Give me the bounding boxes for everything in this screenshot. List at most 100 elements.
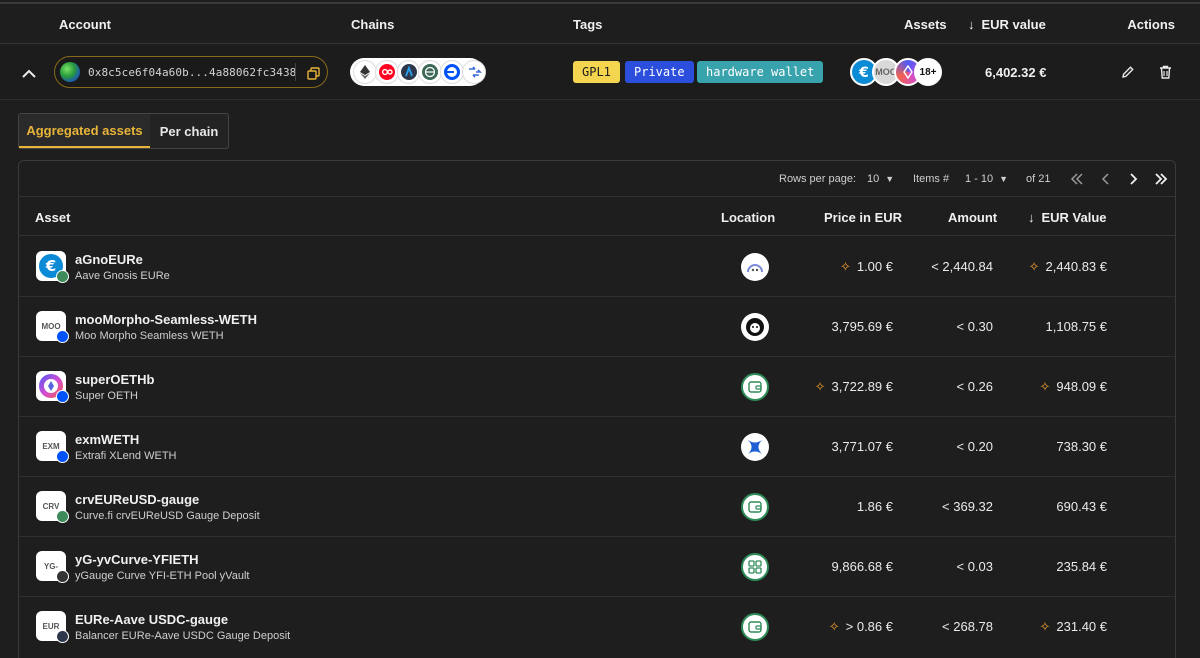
sparkle-icon: ✧: [839, 259, 851, 274]
svg-text:€: €: [45, 257, 56, 275]
account-address: 0x8c5ce6f04a60b...4a88062fc3438: [88, 66, 297, 79]
header-assets: Assets: [904, 17, 947, 32]
last-page-button[interactable]: [1152, 170, 1170, 188]
tag-hardware-wallet[interactable]: hardware wallet: [697, 61, 824, 83]
asset-price: ✧ > 0.86 €: [828, 619, 893, 634]
header-tags: Tags: [573, 17, 603, 32]
sort-desc-icon: ↓: [968, 17, 975, 32]
chevron-down-icon: ▼: [999, 174, 1009, 184]
gnosis-icon: [418, 60, 443, 84]
double-chevron-right-icon: [1155, 173, 1168, 185]
assets-table-header: Asset Location Price in EUR Amount ↓ EUR …: [19, 198, 1175, 236]
copy-button[interactable]: [303, 63, 323, 83]
items-label: Items #: [913, 173, 950, 185]
asset-eur-value: 738.30 €: [1056, 439, 1107, 454]
table-row[interactable]: EUR EURe-Aave USDC-gauge Balancer EURe-A…: [19, 597, 1175, 657]
base-chain-badge-icon: [56, 330, 69, 343]
tab-per-chain[interactable]: Per chain: [150, 114, 228, 148]
delete-button[interactable]: [1156, 63, 1174, 81]
arbitrum-chain-badge-icon: [56, 630, 69, 643]
asset-symbol: mooMorpho-Seamless-WETH: [75, 312, 258, 327]
table-row[interactable]: EXM exmWETH Extrafi XLend WETH 3,771.07 …: [19, 417, 1175, 477]
account-address-chip[interactable]: 0x8c5ce6f04a60b...4a88062fc3438: [54, 56, 328, 88]
table-row[interactable]: CRV crvEUReUSD-gauge Curve.fi crvEUReUSD…: [19, 477, 1175, 537]
asset-amount: < 2,440.84: [931, 259, 993, 274]
account-chains[interactable]: [350, 58, 486, 86]
next-page-button[interactable]: [1124, 170, 1142, 188]
wallet-icon[interactable]: [741, 493, 769, 521]
asset-eur-value: ✧ 948.09 €: [1039, 379, 1107, 394]
account-avatar: [60, 62, 80, 82]
chevron-left-icon: [1101, 173, 1109, 185]
trash-icon: [1159, 65, 1171, 79]
tab-aggregated-assets[interactable]: Aggregated assets: [19, 114, 150, 148]
asset-name: Balancer EURe-Aave USDC Gauge Deposit: [75, 630, 291, 642]
asset-name: Extrafi XLend WETH: [75, 450, 177, 462]
ethereum-icon: [353, 60, 377, 84]
gnosis-chain-badge-icon: [56, 510, 69, 523]
chevron-right-icon: [1130, 173, 1138, 185]
sparkle-icon: ✧: [828, 619, 840, 634]
asset-symbol: EURe-Aave USDC-gauge: [75, 612, 229, 627]
first-page-button[interactable]: [1068, 170, 1086, 188]
sparkle-icon: ✧: [1039, 379, 1051, 394]
asset-symbol: superOETHb: [75, 372, 155, 387]
header-amount[interactable]: Amount: [948, 210, 997, 225]
rows-per-page-label: Rows per page:: [779, 173, 857, 185]
wallet-icon[interactable]: [741, 613, 769, 641]
base-icon: [440, 60, 465, 84]
asset-name: Super OETH: [75, 390, 138, 402]
table-row[interactable]: YG- yG-yvCurve-YFIETH yGauge Curve YFI-E…: [19, 537, 1175, 597]
items-range-select[interactable]: 1 - 10 ▼: [965, 173, 1008, 185]
apps-icon[interactable]: [741, 553, 769, 581]
arbitrum-icon: [396, 60, 421, 84]
table-row[interactable]: MOO mooMorpho-Seamless-WETH Moo Morpho S…: [19, 297, 1175, 357]
tag-private[interactable]: Private: [625, 61, 694, 83]
sort-desc-icon: ↓: [1028, 210, 1035, 225]
beefy-icon[interactable]: [741, 313, 769, 341]
sparkle-icon: ✧: [814, 379, 826, 394]
bridge-icon: [462, 60, 486, 84]
svg-text:€: €: [858, 65, 869, 81]
asset-eur-value: 1,108.75 €: [1045, 319, 1107, 334]
chevron-up-icon: [22, 69, 36, 78]
header-account[interactable]: Account: [59, 17, 111, 32]
header-eur-value-sort[interactable]: ↓ EUR Value: [1028, 210, 1107, 225]
ethereum-chain-badge-icon: [56, 570, 69, 583]
table-row[interactable]: superOETHb Super OETH ✧ 3,722.89 € < 0.26…: [19, 357, 1175, 417]
asset-amount: < 0.20: [956, 439, 993, 454]
header-chains: Chains: [351, 17, 395, 32]
sparkle-icon: ✧: [1039, 619, 1051, 634]
table-row[interactable]: € aGnoEURe Aave Gnosis EURe ✧ 1.00 € < 2,…: [19, 237, 1175, 297]
asset-name: yGauge Curve YFI-ETH Pool yVault: [75, 570, 250, 582]
header-location: Location: [721, 210, 776, 225]
pagination-bar: Rows per page: 10 ▼ Items # 1 - 10 ▼ of 21: [19, 161, 1175, 197]
copy-icon: [306, 66, 320, 80]
account-eur-value: 6,402.32 €: [985, 65, 1047, 80]
header-asset[interactable]: Asset: [35, 210, 70, 225]
asset-symbol: exmWETH: [75, 432, 140, 447]
previous-page-button[interactable]: [1097, 170, 1115, 188]
header-actions: Actions: [1127, 17, 1175, 32]
account-row: 0x8c5ce6f04a60b...4a88062fc3438 GPL1 Pri…: [0, 45, 1200, 100]
asset-price: 3,795.69 €: [831, 319, 893, 334]
sparkle-icon: ✧: [1028, 259, 1040, 274]
asset-amount: < 0.30: [956, 319, 993, 334]
rows-per-page-select[interactable]: 10 ▼: [867, 173, 894, 185]
asset-amount: < 0.03: [956, 559, 993, 574]
aave-icon[interactable]: [741, 253, 769, 281]
edit-button[interactable]: [1119, 63, 1137, 81]
asset-symbol: yG-yvCurve-YFIETH: [75, 552, 199, 567]
header-price[interactable]: Price in EUR: [824, 210, 902, 225]
asset-eur-value: 235.84 €: [1056, 559, 1107, 574]
asset-price: ✧ 1.00 €: [839, 259, 893, 274]
asset-price: 3,771.07 €: [831, 439, 893, 454]
wallet-icon[interactable]: [741, 373, 769, 401]
tag-gpl1[interactable]: GPL1: [573, 61, 620, 83]
asset-view-tabs: Aggregated assets Per chain: [18, 113, 229, 149]
pencil-icon: [1122, 66, 1134, 78]
header-eur-value[interactable]: ↓ EUR value: [968, 17, 1046, 32]
collapse-button[interactable]: [18, 62, 40, 84]
optimism-icon: [374, 60, 399, 84]
extrafi-icon[interactable]: [741, 433, 769, 461]
